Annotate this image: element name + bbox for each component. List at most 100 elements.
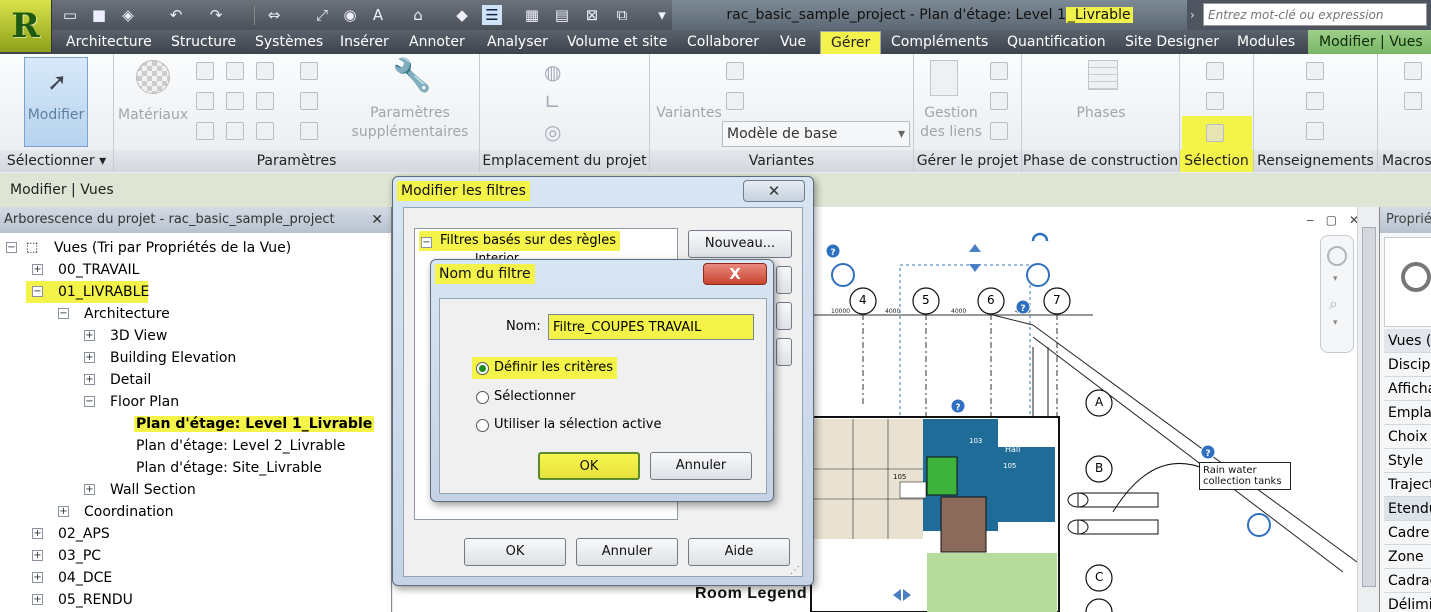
collapse-icon[interactable]: − xyxy=(32,286,43,297)
save-selection-icon[interactable] xyxy=(1206,62,1224,80)
tab-architecture[interactable]: Architecture xyxy=(66,30,152,54)
panel-schedule-icon[interactable] xyxy=(300,122,318,140)
expand-icon[interactable]: + xyxy=(32,264,43,275)
property-row[interactable]: Choix xyxy=(1384,425,1431,449)
tab-modify-views[interactable]: Modifier | Vues xyxy=(1308,30,1431,54)
tab-site-designer[interactable]: Site Designer xyxy=(1125,30,1219,54)
expand-icon[interactable]: + xyxy=(32,594,43,605)
tree-node-level-2-livrable[interactable]: Plan d'étage: Level 2_Livrable xyxy=(134,435,347,457)
manage-links-button[interactable]: Gestion des liens xyxy=(914,104,988,142)
collapse-icon[interactable]: − xyxy=(84,396,95,407)
macro-security-icon[interactable] xyxy=(1404,92,1422,110)
scrollbar-thumb[interactable] xyxy=(1362,227,1376,587)
tab-insert[interactable]: Insérer xyxy=(340,30,389,54)
property-row[interactable]: Affichage xyxy=(1384,377,1431,401)
ok-button[interactable]: OK xyxy=(538,452,640,480)
steering-wheel-icon[interactable] xyxy=(1327,246,1347,266)
dimension-icon[interactable]: ⤢ xyxy=(312,5,332,25)
expand-icon[interactable]: + xyxy=(84,330,95,341)
resize-grip-icon[interactable]: ⋰ xyxy=(790,565,800,576)
materials-button[interactable]: Matériaux xyxy=(118,106,188,125)
ids-of-selection-icon[interactable] xyxy=(1306,62,1324,80)
schedule-icon[interactable]: ▤ xyxy=(552,5,572,25)
thin-lines-icon[interactable]: ☰ xyxy=(482,5,502,25)
macro-manager-icon[interactable] xyxy=(1404,62,1422,80)
transfer-icon[interactable] xyxy=(196,122,214,140)
decal-icon[interactable] xyxy=(990,92,1008,110)
pick-to-edit-icon[interactable] xyxy=(726,62,744,80)
collapse-icon[interactable]: − xyxy=(421,237,432,248)
use-active-selection-radio[interactable]: Utiliser la sélection active xyxy=(472,414,665,436)
position-icon[interactable]: ◎ xyxy=(544,120,561,144)
delete-button-partial[interactable] xyxy=(776,338,792,366)
tab-analyze[interactable]: Analyser xyxy=(487,30,548,54)
help-button[interactable]: Aide xyxy=(688,538,790,566)
phases-button[interactable]: Phases xyxy=(1022,104,1180,123)
chevron-down-icon[interactable]: ▾ xyxy=(1333,318,1338,328)
property-row[interactable]: Délimitation xyxy=(1384,593,1431,612)
tree-node-01-livrable[interactable]: −01_LIVRABLE xyxy=(26,281,149,303)
collapse-icon[interactable]: − xyxy=(6,242,17,253)
tab-collaborate[interactable]: Collaborer xyxy=(687,30,759,54)
rename-button-partial[interactable] xyxy=(776,302,792,330)
tab-annotate[interactable]: Annoter xyxy=(409,30,465,54)
search-input[interactable] xyxy=(1203,3,1427,26)
property-group-header[interactable]: Etendue xyxy=(1384,497,1431,521)
section-icon[interactable]: ◆ xyxy=(452,5,472,25)
property-row[interactable]: Zone xyxy=(1384,545,1431,569)
new-filter-button[interactable]: Nouveau... xyxy=(688,230,792,258)
project-info-icon[interactable] xyxy=(256,62,274,80)
instance-filter[interactable]: Vues (1) xyxy=(1384,329,1431,353)
text-note-rain-water[interactable]: Rain water collection tanks xyxy=(1199,462,1291,490)
tab-modules[interactable]: Modules xyxy=(1237,30,1295,54)
expand-icon[interactable]: + xyxy=(84,352,95,363)
object-styles-icon[interactable] xyxy=(196,62,214,80)
mep-settings-icon[interactable] xyxy=(300,92,318,110)
panel-label-select[interactable]: Sélectionner ▾ xyxy=(0,150,113,172)
tab-massing-site[interactable]: Volume et site xyxy=(567,30,667,54)
units-icon[interactable] xyxy=(256,122,274,140)
modify-button[interactable]: ➚ Modifier xyxy=(24,57,88,147)
close-icon[interactable]: ✕ xyxy=(371,207,383,233)
3d-view-icon[interactable]: ⌂ xyxy=(408,5,428,25)
undo-icon[interactable]: ↶ xyxy=(166,5,186,25)
expand-icon[interactable]: + xyxy=(32,550,43,561)
additional-settings-button[interactable]: Paramètres supplémentaires xyxy=(346,104,474,142)
select-radio[interactable]: Sélectionner xyxy=(472,386,580,408)
expand-icon[interactable]: + xyxy=(84,374,95,385)
tab-addins[interactable]: Compléments xyxy=(891,30,988,54)
save-icon[interactable]: ■ xyxy=(89,5,109,25)
vertical-scrollbar[interactable] xyxy=(1357,207,1379,612)
define-criteria-radio[interactable]: Définir les critères xyxy=(472,357,618,379)
tab-quantification[interactable]: Quantification xyxy=(1007,30,1106,54)
cancel-button[interactable]: Annuler xyxy=(650,452,752,480)
close-button[interactable]: ✕ xyxy=(743,180,805,202)
open-icon[interactable]: ▭ xyxy=(60,5,80,25)
structural-settings-icon[interactable] xyxy=(300,62,318,80)
tree-node-site-livrable[interactable]: Plan d'étage: Site_Livrable xyxy=(134,457,324,479)
select-by-id-icon[interactable] xyxy=(1306,92,1324,110)
magnet-icon[interactable] xyxy=(196,92,214,110)
cancel-button[interactable]: Annuler xyxy=(576,538,678,566)
chevron-down-icon[interactable]: ▾ xyxy=(652,5,672,25)
ok-button[interactable]: OK xyxy=(464,538,566,566)
tab-manage[interactable]: Gérer xyxy=(820,31,882,54)
close-button[interactable]: X xyxy=(703,263,767,285)
property-row[interactable]: Cadre xyxy=(1384,521,1431,545)
measure-icon[interactable]: ⇔ xyxy=(264,5,284,25)
design-option-select[interactable]: Modèle de base ▾ xyxy=(722,121,910,147)
expand-icon[interactable]: + xyxy=(84,484,95,495)
keyboard-icon[interactable]: ▦ xyxy=(522,5,542,25)
shared-params-icon[interactable] xyxy=(226,92,244,110)
tree-node-rule-based-filters[interactable]: − Filtres basés sur des règles xyxy=(419,231,621,251)
expand-icon[interactable]: + xyxy=(32,528,43,539)
close-hidden-icon[interactable]: ⊠ xyxy=(582,5,602,25)
purge-icon[interactable] xyxy=(226,122,244,140)
property-row[interactable]: Emplacement xyxy=(1384,401,1431,425)
tab-systems[interactable]: Systèmes xyxy=(255,30,323,54)
global-params-icon[interactable] xyxy=(256,92,274,110)
add-to-set-icon[interactable] xyxy=(726,92,744,110)
starting-view-icon[interactable] xyxy=(990,122,1008,140)
tag-icon[interactable]: ◉ xyxy=(340,5,360,25)
snaps-icon[interactable] xyxy=(226,62,244,80)
